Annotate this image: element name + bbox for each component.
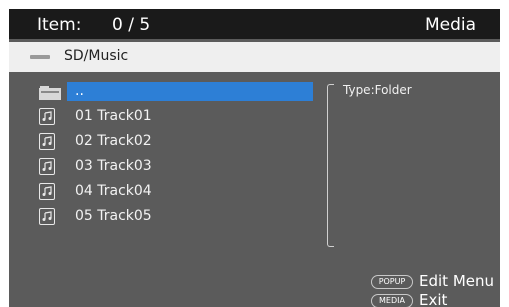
- item-label: Item:: [37, 15, 82, 35]
- list-scrollbar[interactable]: [324, 84, 334, 254]
- list-item-label: 03 Track03: [75, 158, 152, 174]
- music-file-icon: [39, 133, 55, 150]
- exit-label: Exit: [419, 291, 448, 307]
- selection-highlight: [67, 82, 313, 101]
- list-item-track04[interactable]: 04 Track04: [9, 181, 319, 203]
- media-screen: Item: 0 / 5 Media SD/Music .. 01 Track01…: [9, 9, 500, 307]
- scrollbar-top-cap: [327, 84, 334, 91]
- screen-title: Media: [424, 15, 476, 35]
- drive-icon: [30, 55, 50, 59]
- list-item-label: ..: [75, 83, 84, 99]
- list-item-parent-folder[interactable]: ..: [9, 81, 319, 103]
- list-item-track02[interactable]: 02 Track02: [9, 131, 319, 153]
- header-bar: Item: 0 / 5 Media: [9, 9, 500, 39]
- path-bar: SD/Music: [9, 42, 500, 72]
- folder-icon: [39, 85, 61, 100]
- item-type-info: Type:Folder: [343, 83, 412, 97]
- item-count: 0 / 5: [112, 15, 151, 35]
- current-path: SD/Music: [64, 48, 129, 64]
- list-item-label: 02 Track02: [75, 133, 152, 149]
- scrollbar-bottom-cap: [327, 240, 334, 247]
- list-item-track03[interactable]: 03 Track03: [9, 156, 319, 178]
- list-item-track01[interactable]: 01 Track01: [9, 106, 319, 128]
- edit-menu-label: Edit Menu: [419, 272, 494, 290]
- popup-key: POPUP: [371, 275, 413, 289]
- list-item-label: 01 Track01: [75, 108, 152, 124]
- music-file-icon: [39, 108, 55, 125]
- list-item-track05[interactable]: 05 Track05: [9, 206, 319, 228]
- music-file-icon: [39, 208, 55, 225]
- music-file-icon: [39, 183, 55, 200]
- hint-exit: MEDIA Exit: [371, 291, 496, 307]
- list-item-label: 04 Track04: [75, 183, 152, 199]
- hint-edit-menu: POPUP Edit Menu: [371, 272, 496, 292]
- media-key: MEDIA: [371, 294, 413, 307]
- scrollbar-track: [327, 90, 328, 244]
- music-file-icon: [39, 158, 55, 175]
- list-item-label: 05 Track05: [75, 208, 152, 224]
